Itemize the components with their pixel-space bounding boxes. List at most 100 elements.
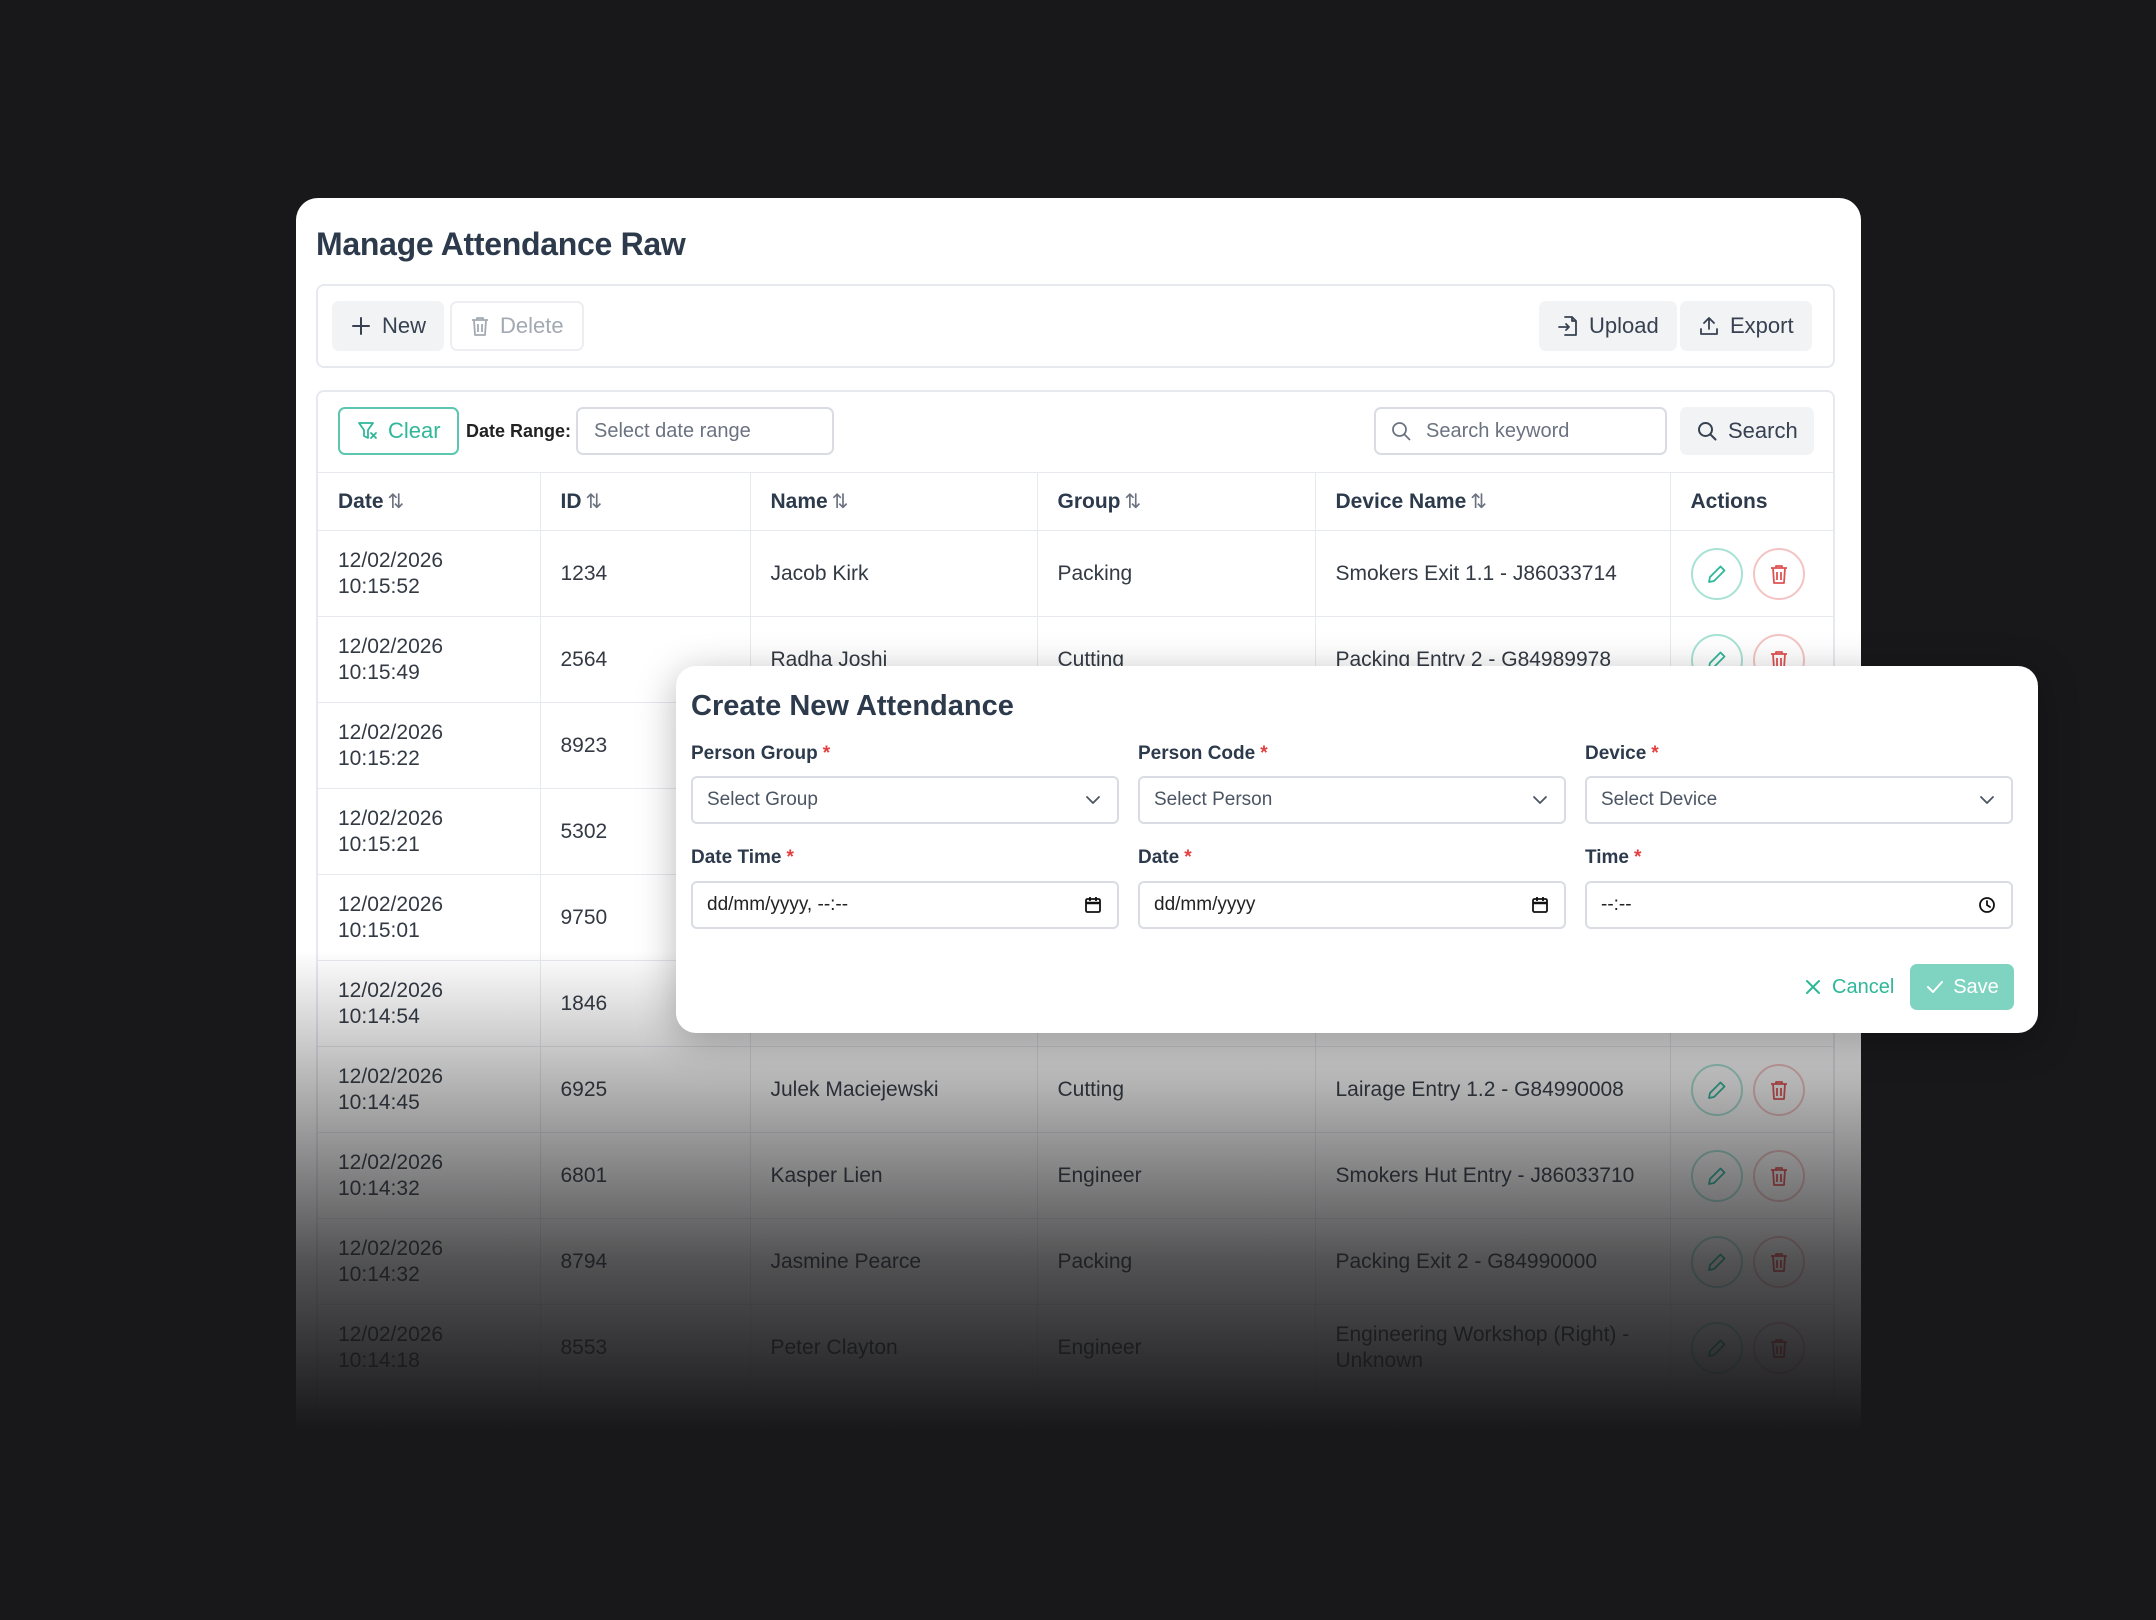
save-button[interactable]: Save [1910, 964, 2014, 1010]
table-row[interactable]: 12/02/2026 10:14:32 6801 Kasper Lien Engine… [318, 1132, 1833, 1219]
person-code-select[interactable]: Select Person [1138, 776, 1566, 824]
clear-filter-button[interactable]: Clear [338, 407, 459, 455]
id-cell: 6925 [540, 1046, 751, 1133]
time-value: --:-- [1601, 894, 1632, 915]
edit-button[interactable] [1690, 1063, 1743, 1116]
group-cell: Cutting [1037, 1046, 1316, 1133]
device-value: Select Device [1601, 789, 1718, 810]
search-button[interactable]: Search [1680, 407, 1814, 455]
cancel-button[interactable]: Cancel [1796, 965, 1902, 1009]
actions-cell [1670, 1046, 1833, 1133]
group-cell: Engineer [1037, 1304, 1316, 1391]
row-actions [1690, 1149, 1818, 1202]
date-cell: 12/02/2026 10:15:52 [318, 530, 541, 617]
table-row[interactable]: 12/02/2026 10:14:45 6925 Julek Maciejewski… [318, 1046, 1833, 1133]
screen-frame: Manage Attendance Raw New Delete Upload … [0, 0, 2156, 1620]
search-icon [1392, 422, 1411, 441]
sort-icon[interactable]: ⇅ [388, 491, 405, 513]
date-cell: 12/02/2026 10:15:22 [318, 702, 541, 789]
export-button[interactable]: Export [1680, 301, 1812, 351]
date-value: dd/mm/yyyy [1154, 894, 1256, 915]
date-label: Date * [1138, 847, 1192, 868]
sort-icon[interactable]: ⇅ [1470, 491, 1487, 513]
table-header-row: Date ⇅ ID ⇅ Name ⇅ Group ⇅ Device Name ⇅ Acti… [318, 472, 1833, 531]
device-cell: Smokers Hut Entry - J86033710 [1315, 1132, 1671, 1219]
delete-row-button[interactable] [1752, 1063, 1805, 1116]
edit-button[interactable] [1690, 1149, 1743, 1202]
new-button-label: New [382, 313, 427, 338]
date-cell: 12/02/2026 10:14:32 [318, 1132, 541, 1219]
clock-icon[interactable] [1977, 895, 1997, 915]
search-placeholder: Search keyword [1426, 419, 1570, 442]
upload-button[interactable]: Upload [1539, 301, 1677, 351]
sort-icon[interactable]: ⇅ [586, 491, 603, 513]
new-button[interactable]: New [332, 301, 445, 351]
cancel-button-label: Cancel [1832, 975, 1895, 998]
sort-icon[interactable]: ⇅ [832, 491, 849, 513]
sort-icon[interactable]: ⇅ [1125, 491, 1142, 513]
pencil-icon [1707, 1167, 1725, 1185]
row-actions [1690, 1321, 1818, 1374]
pencil-icon [1707, 1253, 1725, 1271]
date-time-input[interactable]: dd/mm/yyyy, --:-- [691, 881, 1119, 929]
upload-button-label: Upload [1589, 313, 1659, 338]
edit-button[interactable] [1690, 1235, 1743, 1288]
column-header-date[interactable]: Date ⇅ [318, 472, 541, 531]
calendar-icon[interactable] [1530, 895, 1550, 915]
calendar-icon[interactable] [1083, 895, 1103, 915]
id-cell: 8794 [540, 1218, 751, 1305]
search-icon [1698, 422, 1717, 441]
time-label: Time * [1585, 847, 1642, 868]
trash-icon [1770, 1080, 1787, 1100]
plus-icon [352, 317, 370, 335]
name-cell: Kasper Lien [750, 1132, 1038, 1219]
table-row[interactable]: 12/02/2026 10:15:52 1234 Jacob Kirk Packing… [318, 530, 1833, 617]
delete-row-button[interactable] [1752, 1235, 1805, 1288]
pencil-icon [1707, 565, 1725, 583]
edit-button[interactable] [1690, 1321, 1743, 1374]
date-cell: 12/02/2026 10:14:32 [318, 1218, 541, 1305]
group-cell: Packing [1037, 530, 1316, 617]
date-range-label: Date Range: [466, 421, 572, 441]
filter-clear-icon [358, 422, 377, 439]
row-actions [1690, 1235, 1818, 1288]
delete-row-button[interactable] [1752, 547, 1805, 600]
name-cell: Peter Clayton [750, 1304, 1038, 1391]
actions-cell [1670, 1218, 1833, 1305]
search-input[interactable]: Search keyword [1374, 407, 1667, 455]
column-header-group[interactable]: Group ⇅ [1037, 472, 1316, 531]
device-select[interactable]: Select Device [1585, 776, 2013, 824]
person-group-label: Person Group * [691, 743, 831, 764]
delete-row-button[interactable] [1752, 1149, 1805, 1202]
save-button-label: Save [1953, 975, 1999, 998]
date-cell: 12/02/2026 10:14:18 [318, 1304, 541, 1391]
edit-button[interactable] [1690, 547, 1743, 600]
column-header-id[interactable]: ID ⇅ [540, 472, 751, 531]
actions-cell [1670, 530, 1833, 617]
check-icon [1927, 981, 1944, 993]
group-cell: Engineer [1037, 1132, 1316, 1219]
person-group-select[interactable]: Select Group [691, 776, 1119, 824]
time-input[interactable]: --:-- [1585, 881, 2013, 929]
name-cell: Jasmine Pearce [750, 1218, 1038, 1305]
date-range-input[interactable]: Select date range [576, 407, 834, 455]
pencil-icon [1707, 1081, 1725, 1099]
date-input[interactable]: dd/mm/yyyy [1138, 881, 1566, 929]
column-header-device-name[interactable]: Device Name ⇅ [1315, 472, 1671, 531]
delete-button[interactable]: Delete [450, 301, 584, 351]
column-header-actions: Actions [1670, 472, 1833, 531]
table-row[interactable]: 12/02/2026 10:14:32 8794 Jasmine Pearce Pac… [318, 1218, 1833, 1305]
table-row[interactable]: 12/02/2026 10:14:18 8553 Peter Clayton Engi… [318, 1304, 1833, 1391]
toolbar: New Delete Upload Export [316, 284, 1835, 368]
page-title: Manage Attendance Raw [316, 226, 686, 262]
file-import-icon [1558, 316, 1577, 336]
name-cell: Jacob Kirk [750, 530, 1038, 617]
id-cell: 6801 [540, 1132, 751, 1219]
date-cell: 12/02/2026 10:15:01 [318, 874, 541, 961]
name-cell: Julek Maciejewski [750, 1046, 1038, 1133]
actions-cell [1670, 1132, 1833, 1219]
column-header-name[interactable]: Name ⇅ [750, 472, 1038, 531]
date-time-value: dd/mm/yyyy, --:-- [707, 894, 849, 915]
delete-row-button[interactable] [1752, 1321, 1805, 1374]
export-button-label: Export [1730, 313, 1794, 338]
